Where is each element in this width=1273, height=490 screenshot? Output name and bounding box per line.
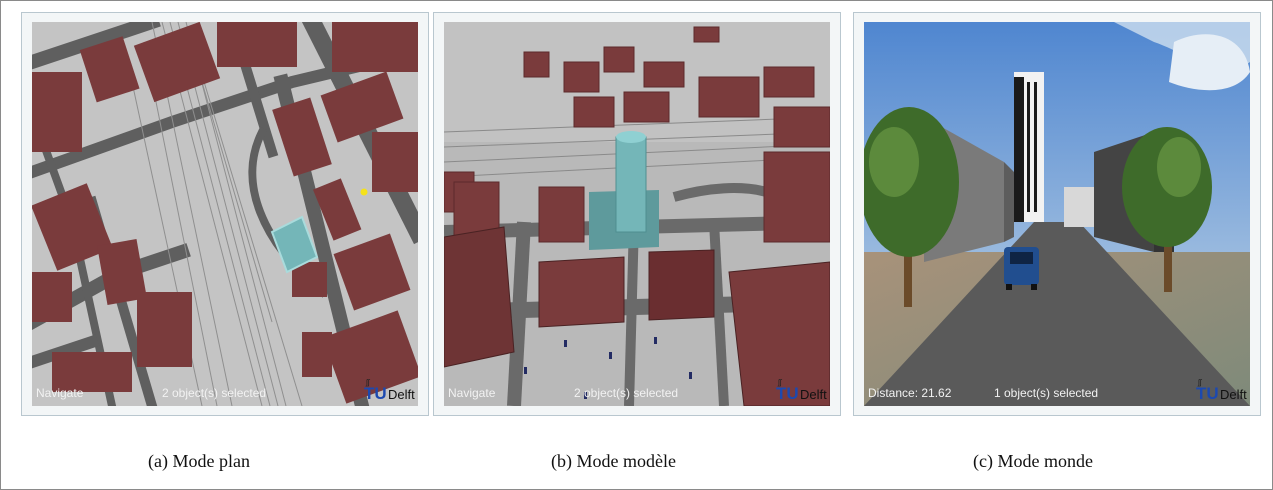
logo-tu: TU [364,384,387,403]
status-bar: Navigate 2 object(s) selected ʃʃ TU Delf… [444,378,830,406]
tudelft-logo: ʃʃ TU Delft [1192,378,1247,404]
caption-plan: (a) Mode plan [148,451,250,471]
caption-world: (c) Mode monde [973,451,1093,471]
viewport-plan[interactable]: Navigate 2 object(s) selected ʃʃ TU Delf… [32,22,418,406]
status-bar: Navigate 2 object(s) selected ʃʃ TU Delf… [32,378,418,406]
tudelft-logo: ʃʃ TU Delft [772,378,827,404]
status-bar: Distance: 21.62 1 object(s) selected ʃʃ … [864,378,1250,406]
viewer-panel-world: Distance: 21.62 1 object(s) selected ʃʃ … [853,12,1261,416]
logo-delft: Delft [800,387,827,402]
viewport-model[interactable]: Navigate 2 object(s) selected ʃʃ TU Delf… [444,22,830,406]
figure-frame: Navigate 2 object(s) selected ʃʃ TU Delf… [0,0,1273,490]
mode-label: Navigate [448,386,496,400]
map-model-view [444,22,830,406]
map-world-view [864,22,1250,406]
mode-label: Navigate [36,386,84,400]
logo-delft: Delft [388,387,415,402]
viewer-panel-plan: Navigate 2 object(s) selected ʃʃ TU Delf… [21,12,429,416]
distance-label: Distance: 21.62 [868,386,952,400]
tudelft-logo: ʃʃ TU Delft [360,378,415,404]
viewport-world[interactable]: Distance: 21.62 1 object(s) selected ʃʃ … [864,22,1250,406]
caption-model: (b) Mode modèle [551,451,676,471]
logo-tu: TU [776,384,799,403]
map-plan-view [32,22,418,406]
selection-count: 2 object(s) selected [162,386,267,400]
logo-tu: TU [1196,384,1219,403]
viewer-panel-model: Navigate 2 object(s) selected ʃʃ TU Delf… [433,12,841,416]
selection-count: 1 object(s) selected [994,386,1099,400]
selection-count: 2 object(s) selected [574,386,679,400]
logo-delft: Delft [1220,387,1247,402]
